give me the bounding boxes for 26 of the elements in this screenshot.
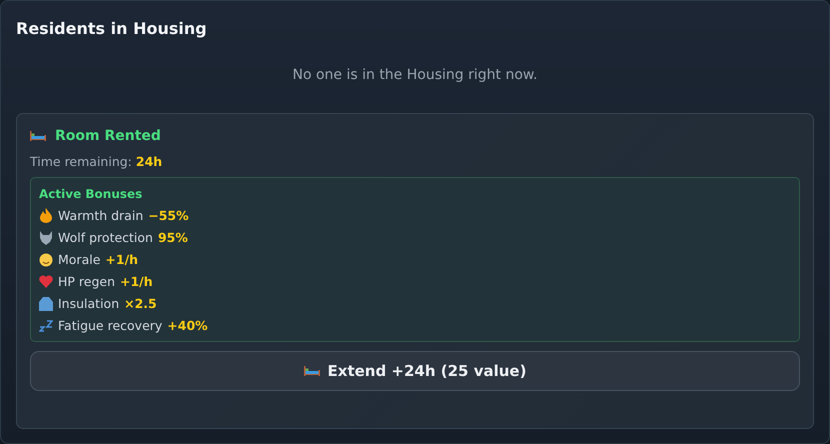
wolf-icon <box>39 230 53 244</box>
flame-icon <box>39 208 53 223</box>
sleep-icon <box>39 320 53 332</box>
panel-title: Residents in Housing <box>16 18 208 40</box>
bonus-value: −55% <box>148 207 189 225</box>
bonus-label: Warmth drain <box>58 207 144 225</box>
bonus-label: Fatigue recovery <box>58 317 162 335</box>
rental-title: Room Rented <box>55 128 161 144</box>
extend-button[interactable]: Extend +24h (25 value) <box>30 351 800 391</box>
bed-icon <box>30 131 46 141</box>
bonus-label: Wolf protection <box>58 229 153 247</box>
bonus-label: HP regen <box>58 273 116 291</box>
bonus-value: +1/h <box>105 251 138 269</box>
time-label: Time remaining: <box>30 154 132 169</box>
heart-icon <box>39 275 53 288</box>
empty-message: No one is in the Housing right now. <box>291 67 539 83</box>
bonus-value: +1/h <box>120 273 153 291</box>
bonus-value: 95% <box>158 229 188 247</box>
bed-icon <box>304 366 320 376</box>
bonuses-title: Active Bonuses <box>39 187 144 201</box>
time-value: 24h <box>136 154 162 169</box>
bonus-value: +40% <box>167 317 208 335</box>
bonus-label: Morale <box>58 251 100 269</box>
bonus-label: Insulation <box>58 295 120 313</box>
smile-icon <box>39 252 53 266</box>
bonus-value: ×2.5 <box>124 295 157 313</box>
